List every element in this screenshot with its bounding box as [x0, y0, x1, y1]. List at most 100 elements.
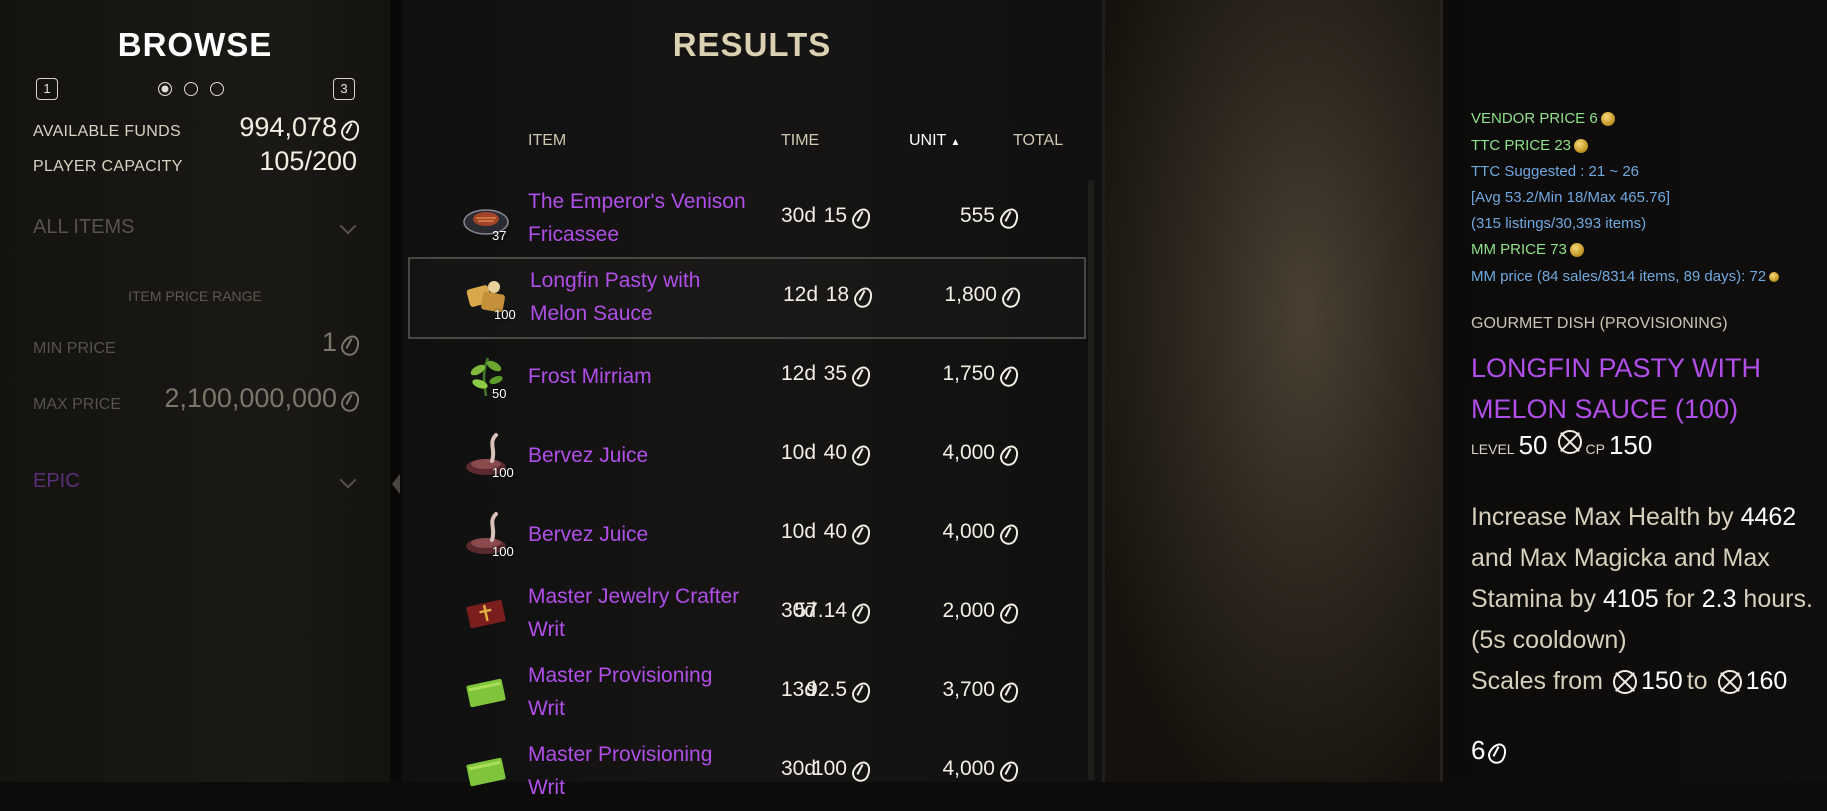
column-header-unit[interactable]: UNIT ▲ [909, 132, 960, 150]
stack-count: 100 [494, 307, 516, 322]
unit-price-value: 18 [825, 283, 849, 306]
vendor-price-text: VENDOR PRICE 6 [1471, 110, 1598, 127]
unit-price-value: 57.14 [794, 599, 847, 622]
gold-coin-icon [852, 364, 868, 384]
item-tooltip: VENDOR PRICE 6 TTC PRICE 23 TTC Suggeste… [1440, 0, 1827, 782]
result-row[interactable]: 100 Bervez Juice 10d 40 4,000 [402, 496, 1102, 574]
champion-point-icon [1717, 669, 1742, 694]
gold-coin-icon [1000, 601, 1016, 621]
item-name[interactable]: The Emperor's Venison Fricassee [528, 185, 748, 251]
gold-coin-icon [1000, 680, 1016, 700]
results-title: RESULTS [672, 26, 832, 63]
item-sell-price: 6 [1471, 735, 1504, 766]
item-name[interactable]: Bervez Juice [528, 439, 748, 472]
total-price: 1,750 [906, 362, 1016, 386]
item-name[interactable]: Master Provisioning Writ [528, 659, 748, 725]
mm-price-text: MM PRICE 73 [1471, 241, 1567, 258]
unit-price-value: 15 [823, 204, 847, 227]
item-name[interactable]: Frost Mirriam [528, 360, 748, 393]
stack-count: 100 [492, 465, 514, 480]
scales-to-word: to [1686, 667, 1708, 695]
page-indicator[interactable] [158, 82, 224, 96]
unit-price: 15 [758, 204, 868, 228]
page-dot-3[interactable] [210, 82, 224, 96]
column-header-time[interactable]: TIME [781, 132, 819, 150]
gold-coin-icon [1002, 285, 1018, 305]
chevron-down-icon[interactable] [339, 217, 357, 235]
available-funds-value: 994,078 [239, 112, 357, 143]
green-writ-book-icon [462, 668, 510, 716]
min-price-field[interactable]: 1 [322, 327, 357, 358]
result-row[interactable]: 37 The Emperor's Venison Fricassee 30d 15 55… [402, 180, 1102, 258]
collapse-arrow-icon[interactable] [392, 474, 400, 494]
max-price-value[interactable]: 2,100,000,000 [164, 383, 337, 414]
ttc-price-text: TTC PRICE 23 [1471, 137, 1572, 154]
min-price-label: MIN PRICE [33, 340, 116, 357]
desc-text: Increase Max Health by [1471, 503, 1741, 531]
mm-detail: MM price (84 sales/8314 items, 89 days):… [1471, 268, 1780, 285]
result-row[interactable]: 100 Longfin Pasty with Melon Sauce 12d 18 1,… [408, 257, 1086, 339]
gold-coin-icon [1600, 112, 1615, 127]
category-dropdown[interactable]: ALL ITEMS [33, 216, 135, 239]
column-header-unit-label[interactable]: UNIT [909, 132, 946, 149]
unit-price-value: 92.5 [806, 678, 847, 701]
stack-count: 50 [492, 386, 507, 401]
total-price: 2,000 [906, 599, 1016, 623]
total-price-value: 1,750 [942, 362, 995, 385]
item-price-value: 6 [1471, 735, 1486, 765]
result-row[interactable]: Master Provisioning Writ 13d 92.5 3,700 [402, 654, 1102, 732]
page-dot-2[interactable] [184, 82, 198, 96]
vendor-price: VENDOR PRICE 6 [1471, 110, 1615, 127]
total-price-value: 4,000 [942, 441, 995, 464]
result-row[interactable]: Master Provisioning Writ 30d 100 4,000 [402, 733, 1102, 811]
result-row[interactable]: 50 Frost Mirriam 12d 35 1,750 [402, 338, 1102, 416]
total-price: 3,700 [906, 678, 1016, 702]
unit-price: 40 [758, 441, 868, 465]
result-row[interactable]: 100 Bervez Juice 10d 40 4,000 [402, 417, 1102, 495]
sort-ascending-icon: ▲ [950, 137, 961, 148]
column-header-item[interactable]: ITEM [528, 132, 566, 150]
max-price-field[interactable]: 2,100,000,000 [164, 383, 357, 414]
browse-title: BROWSE [117, 26, 273, 63]
gold-coin-icon [1000, 443, 1016, 463]
price-range-title: ITEM PRICE RANGE [128, 288, 262, 304]
total-price: 4,000 [906, 757, 1016, 781]
gold-coin-icon [341, 118, 357, 138]
gold-coin-icon [854, 285, 870, 305]
desc-magicka-value: 4105 [1603, 585, 1659, 613]
available-funds-amount: 994,078 [239, 112, 337, 142]
player-capacity-label: PLAYER CAPACITY [33, 158, 183, 175]
unit-price-value: 35 [823, 362, 847, 385]
item-level: LEVEL 50 CP 150 [1471, 430, 1652, 461]
ttc-suggested: TTC Suggested : 21 ~ 26 [1471, 163, 1640, 180]
stack-count: 37 [492, 228, 507, 243]
item-name[interactable]: Bervez Juice [528, 518, 748, 551]
page-dot-1[interactable] [158, 82, 172, 96]
max-price-label: MAX PRICE [33, 396, 122, 413]
item-name[interactable]: Longfin Pasty with Melon Sauce [530, 264, 750, 330]
next-page-key[interactable]: 3 [333, 78, 355, 100]
gold-coin-icon [1000, 759, 1016, 779]
scales-to: 160 [1745, 667, 1788, 695]
gold-coin-icon [1574, 139, 1589, 154]
red-writ-book-icon [462, 589, 510, 637]
item-name[interactable]: Master Provisioning Writ [528, 738, 748, 804]
result-row[interactable]: Master Jewelry Crafter Writ 30d 57.14 2,000 [402, 575, 1102, 653]
unit-price: 57.14 [758, 599, 868, 623]
player-capacity-value: 105/200 [259, 146, 357, 176]
quality-dropdown[interactable]: EPIC [33, 470, 80, 493]
gold-coin-icon [852, 680, 868, 700]
mm-detail-text: MM price (84 sales/8314 items, 89 days):… [1471, 268, 1767, 285]
unit-price: 92.5 [758, 678, 868, 702]
prev-page-key[interactable]: 1 [36, 78, 58, 100]
total-price-value: 555 [959, 204, 995, 227]
min-price-value[interactable]: 1 [322, 327, 337, 358]
item-name[interactable]: Master Jewelry Crafter Writ [528, 580, 748, 646]
gold-coin-icon [1000, 206, 1016, 226]
ttc-price: TTC PRICE 23 [1471, 137, 1589, 154]
chevron-down-icon[interactable] [339, 471, 357, 489]
column-header-total[interactable]: TOTAL [1013, 132, 1063, 150]
total-price: 4,000 [906, 520, 1016, 544]
results-panel: RESULTS ITEM TIME UNIT ▲ TOTAL 37 The Emp… [402, 0, 1105, 799]
unit-price: 100 [758, 757, 868, 781]
